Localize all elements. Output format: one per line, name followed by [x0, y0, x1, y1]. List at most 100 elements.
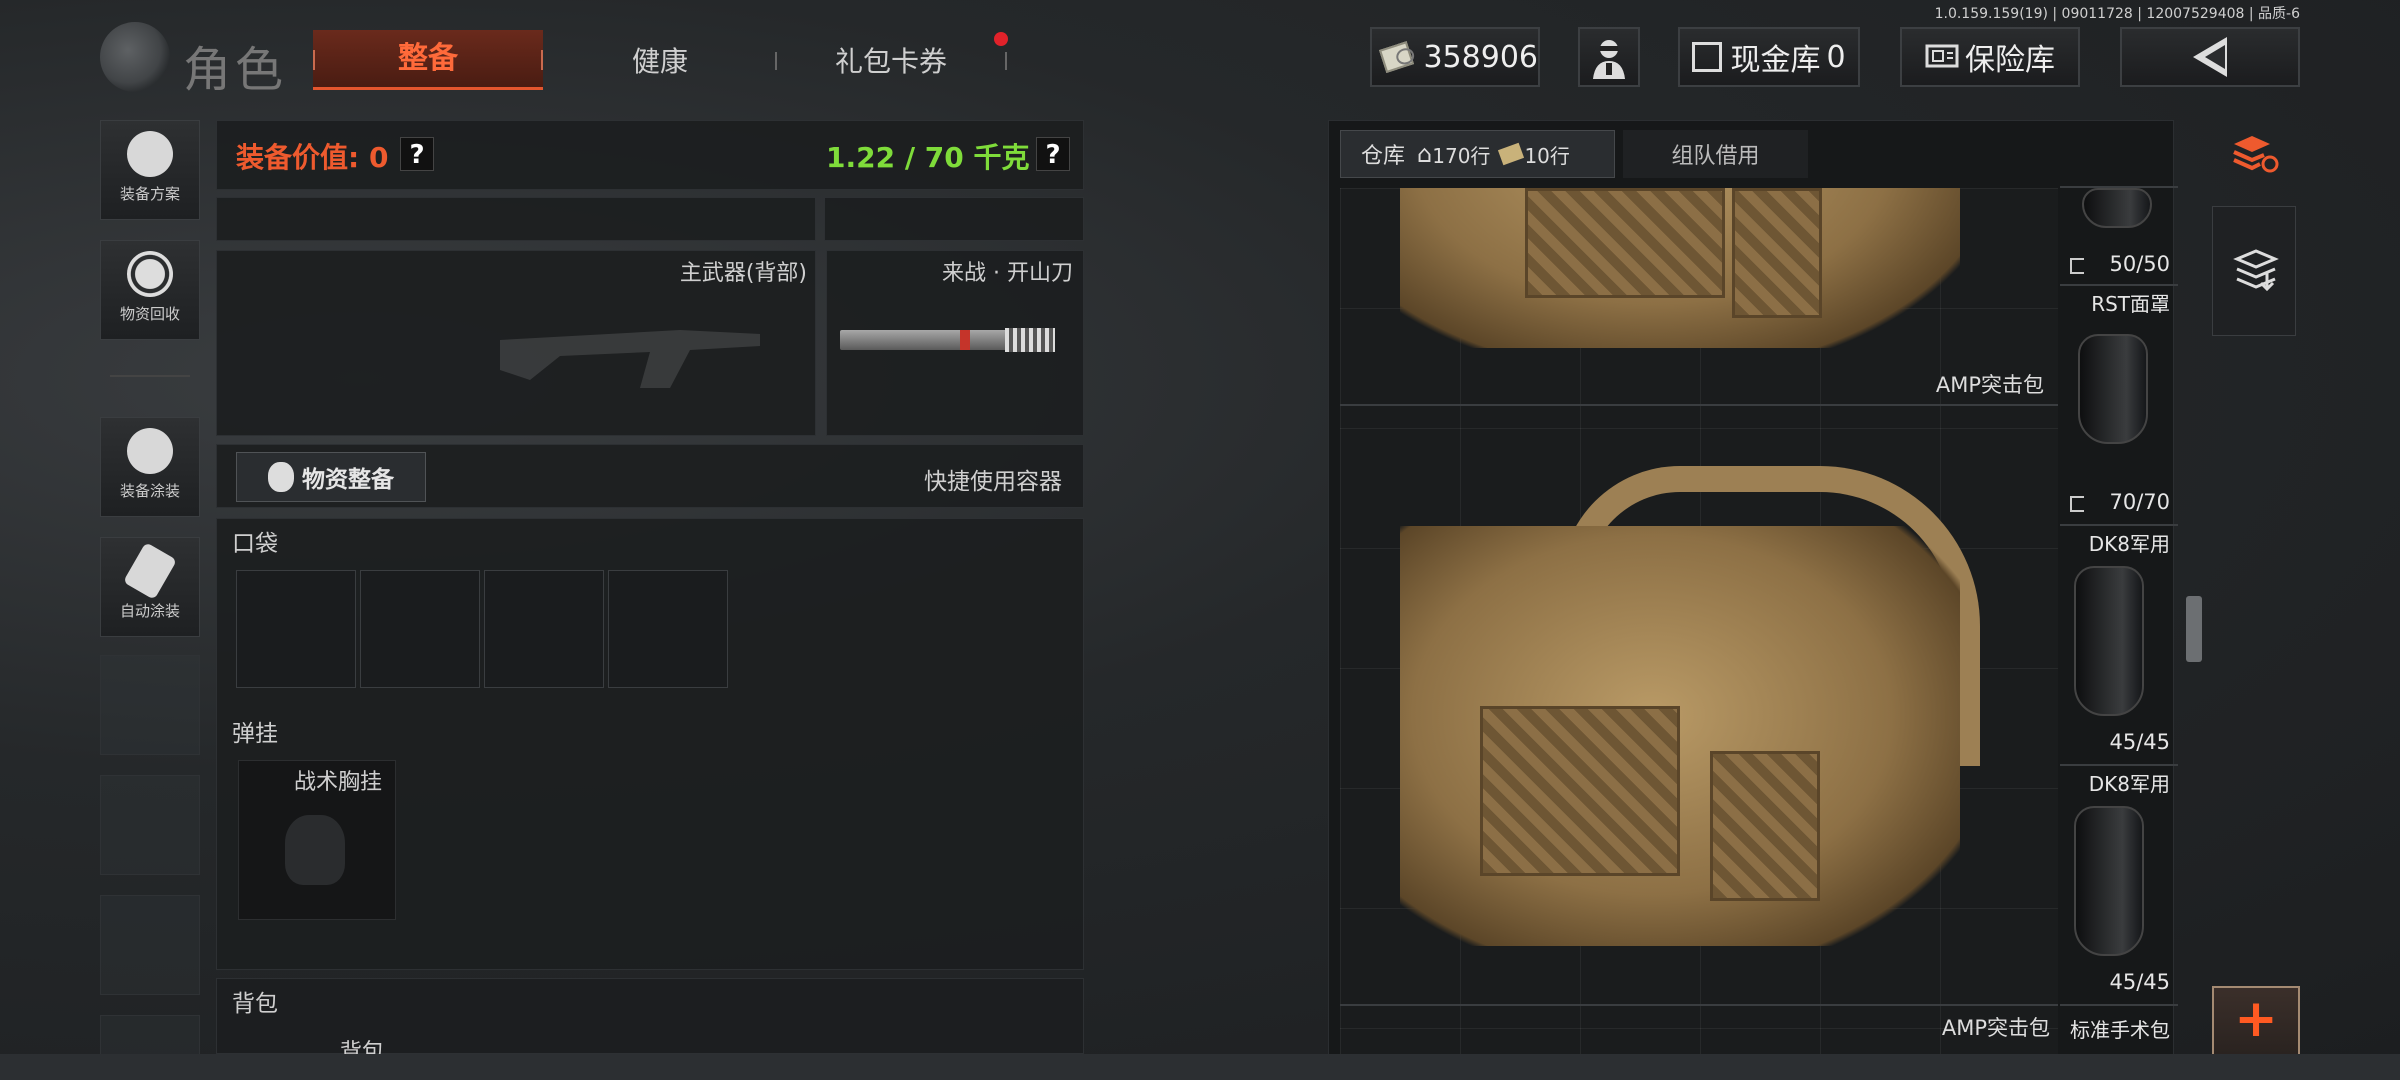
- pocket-slot[interactable]: [484, 570, 604, 688]
- sidebar-item-recycle[interactable]: 物资回收: [100, 240, 200, 340]
- loadout-value-label: 装备价值:: [236, 141, 360, 174]
- loadout-icon: [127, 131, 173, 177]
- sidebar-empty-slot[interactable]: [100, 1015, 200, 1055]
- sidebar-item-auto-paint[interactable]: 自动涂装: [100, 537, 200, 637]
- cash-vault-icon: [1692, 42, 1723, 72]
- loadout-value: 装备价值: 0: [236, 136, 388, 176]
- item-name: RST面罩: [2091, 292, 2170, 316]
- plus-icon: +: [2234, 989, 2278, 1049]
- helmet-slot-strip[interactable]: [216, 197, 816, 241]
- sidebar-empty-slot[interactable]: [100, 655, 200, 755]
- cash-vault-button[interactable]: 现金库 0: [1678, 27, 1860, 87]
- value-help-button[interactable]: ?: [400, 137, 434, 171]
- currency-display[interactable]: 358906: [1370, 27, 1540, 87]
- armor-plate-image: [2074, 566, 2144, 716]
- back-button[interactable]: [2120, 27, 2300, 87]
- warehouse-tabs: 仓库 ⌂ 170行 10行 组队借用: [1340, 130, 1808, 178]
- bag-pocket-image: [1732, 188, 1822, 318]
- pocket-slot[interactable]: [236, 570, 356, 688]
- cash-vault-count: 0: [1826, 39, 1846, 75]
- banknote-icon: [1379, 41, 1415, 73]
- sidebar-item-label: 物资回收: [119, 305, 180, 323]
- warehouse-item-dk8[interactable]: DK8军用 45/45: [2060, 764, 2178, 1004]
- tab-separator: [1005, 52, 1007, 70]
- safe-icon: [1925, 44, 1959, 68]
- add-button[interactable]: +: [2212, 986, 2300, 1056]
- sidebar-empty-slot[interactable]: [100, 895, 200, 995]
- back-arrow-icon: [2193, 37, 2227, 77]
- sidebar-item-label: 自动涂装: [119, 602, 180, 620]
- mask-icon: [268, 462, 294, 492]
- loadout-value-number: 0: [368, 141, 389, 174]
- warehouse-scrollbar[interactable]: [2186, 596, 2202, 662]
- chest-rig-ghost-icon: [285, 815, 345, 885]
- item-name: DK8军用: [2088, 772, 2170, 796]
- bag-pocket-image: [1525, 188, 1725, 298]
- character-logo-icon: [100, 22, 170, 92]
- bag-pocket-image: [1480, 706, 1680, 876]
- exit-icon: [2070, 258, 2084, 274]
- item-durability: 70/70: [2109, 490, 2170, 514]
- warehouse-item-amp-bag[interactable]: AMP突击包: [1340, 188, 2058, 403]
- warehouse-tab-label: 仓库: [1361, 144, 1406, 169]
- sidebar-item-label: 装备涂装: [119, 482, 180, 500]
- warehouse-side-column: 50/50 RST面罩 70/70 DK8军用 45/45 DK8军用 45/4…: [2060, 186, 2178, 1080]
- exit-icon: [2070, 496, 2084, 512]
- mask-image: [2078, 334, 2148, 444]
- safe-button[interactable]: 保险库: [1900, 27, 2080, 87]
- warehouse-home-rows: 170行: [1432, 143, 1491, 168]
- warehouse-item-rst-mask[interactable]: RST面罩 70/70: [2060, 284, 2178, 524]
- item-durability: 45/45: [2109, 970, 2170, 994]
- warehouse-item-dk8[interactable]: DK8军用 45/45: [2060, 524, 2178, 764]
- warehouse-paid-rows: 10行: [1524, 143, 1570, 168]
- tab-warehouse[interactable]: 仓库 ⌂ 170行 10行: [1340, 130, 1615, 178]
- melee-weapon-label: 来战 · 开山刀: [942, 261, 1073, 286]
- pockets-label: 口袋: [232, 531, 278, 557]
- tab-gift-coupons[interactable]: 礼包卡券: [835, 40, 947, 80]
- carry-weight: 1.22 / 70 千克: [826, 141, 1030, 174]
- page-title: 角色: [183, 42, 288, 98]
- sort-button[interactable]: [2212, 120, 2296, 196]
- auto-paint-icon: [122, 542, 178, 600]
- version-info: 1.0.159.159(19) | 09011728 | 12007529408…: [1934, 6, 2300, 22]
- agent-icon: [1593, 40, 1625, 79]
- team-borrow-label: 组队借用: [1671, 144, 1760, 169]
- warehouse-item-name: AMP突击包: [1935, 373, 2044, 397]
- sidebar-item-loadout-plan[interactable]: 装备方案: [100, 120, 200, 220]
- item-name: 标准手术包: [2070, 1018, 2170, 1042]
- armor-slot-strip[interactable]: [824, 197, 1084, 241]
- quick-container-label: 快捷使用容器: [924, 469, 1062, 495]
- currency-amount: 358906: [1423, 39, 1538, 75]
- item-name: DK8军用: [2088, 532, 2170, 556]
- warehouse-row-divider: [1340, 1004, 2058, 1006]
- rig-label: 弹挂: [232, 721, 278, 747]
- item-durability: 45/45: [2109, 730, 2170, 754]
- agent-button[interactable]: [1578, 27, 1640, 87]
- warehouse-item-amp-bag[interactable]: [1340, 406, 2058, 1004]
- machete-image: [840, 328, 1055, 352]
- paint-icon: [127, 428, 173, 474]
- rifle-silhouette-icon: [500, 330, 760, 388]
- chest-rig-slot-label: 战术胸挂: [294, 770, 383, 795]
- sidebar-item-paint[interactable]: 装备涂装: [100, 417, 200, 517]
- bottom-bar: [0, 1054, 2400, 1080]
- pocket-slot[interactable]: [360, 570, 480, 688]
- backpack-label: 背包: [232, 991, 278, 1017]
- safe-label: 保险库: [1965, 43, 2055, 78]
- pocket-slot[interactable]: [608, 570, 728, 688]
- sidebar-empty-slot[interactable]: [100, 775, 200, 875]
- tab-separator: [775, 52, 777, 70]
- weight-help-button[interactable]: ?: [1036, 137, 1070, 171]
- bag-pocket-image: [1710, 751, 1820, 901]
- supply-prep-button[interactable]: 物资整备: [236, 452, 426, 502]
- home-icon: ⌂: [1417, 140, 1433, 168]
- supply-prep-label: 物资整备: [302, 467, 394, 493]
- gear-image: [2082, 188, 2152, 228]
- tab-health[interactable]: 健康: [632, 40, 688, 80]
- warehouse-item-gear[interactable]: 50/50: [2060, 186, 2178, 283]
- recycle-icon: [127, 251, 173, 297]
- tab-loadout[interactable]: 整备: [313, 30, 543, 90]
- tab-loadout-label: 整备: [398, 41, 458, 76]
- tab-team-borrow[interactable]: 组队借用: [1623, 130, 1808, 178]
- layer-collect-button[interactable]: [2212, 206, 2296, 336]
